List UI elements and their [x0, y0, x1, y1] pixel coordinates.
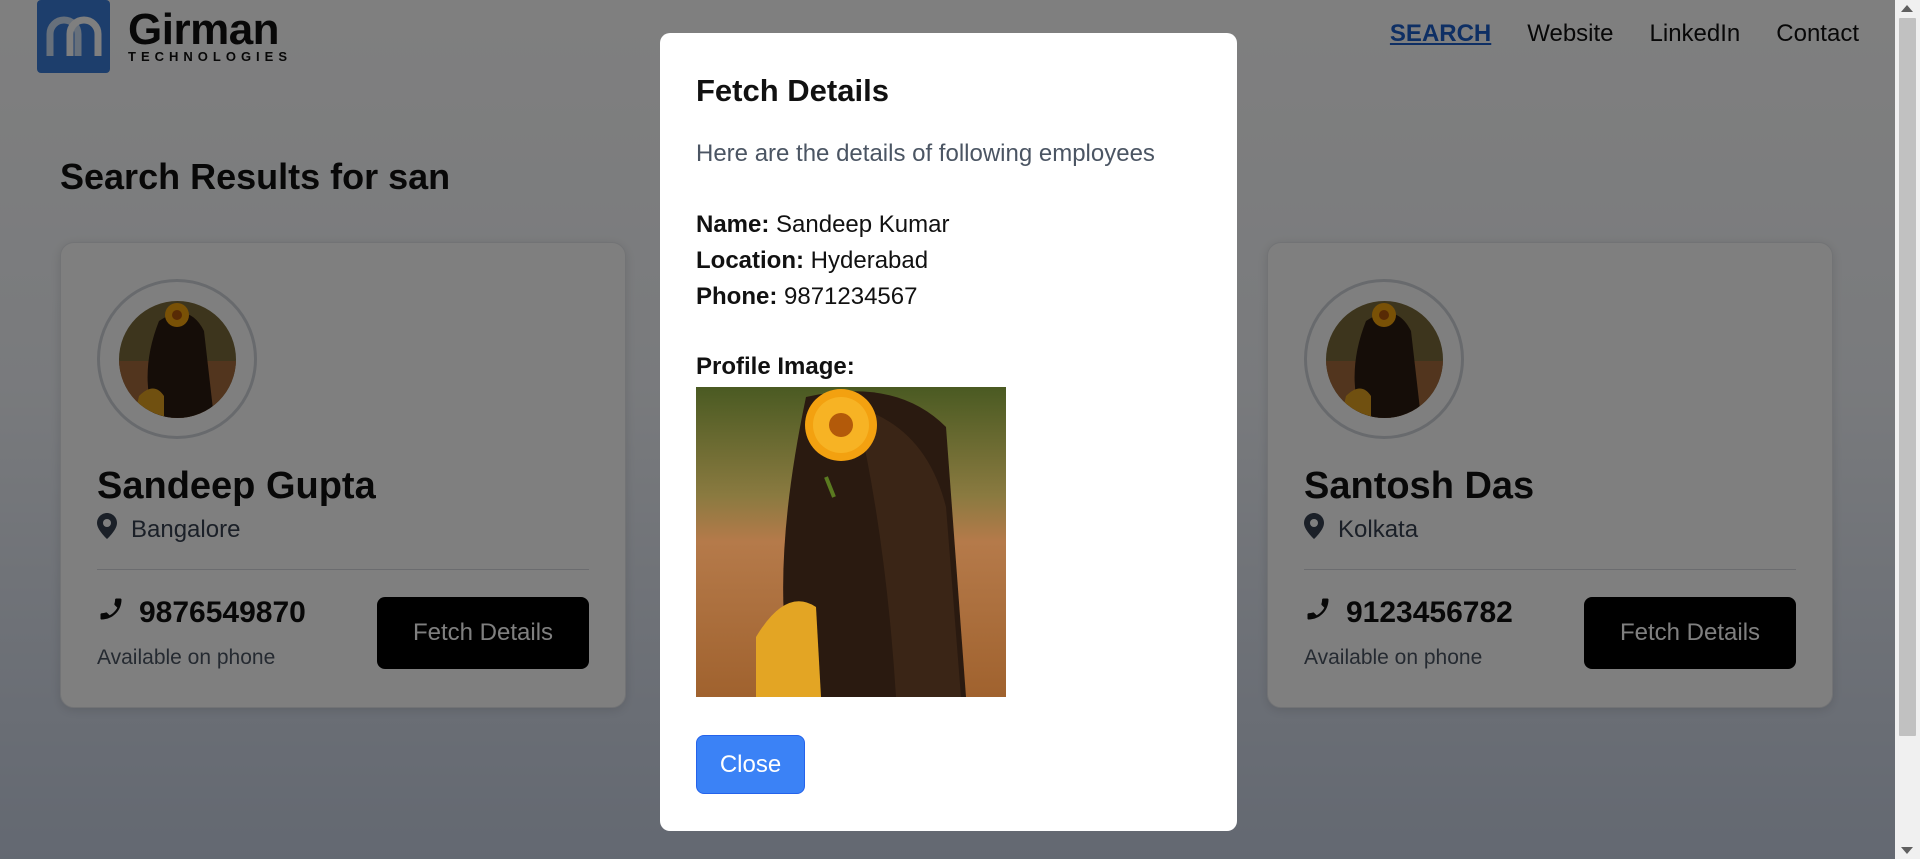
modal-intro: Here are the details of following employ…	[696, 140, 1155, 167]
detail-phone: Phone: 9871234567	[696, 283, 917, 311]
scroll-up-icon[interactable]	[1901, 5, 1913, 12]
close-button[interactable]: Close	[696, 735, 805, 794]
profile-image-label: Profile Image:	[696, 353, 855, 380]
fetch-details-modal: Fetch Details Here are the details of fo…	[660, 33, 1237, 831]
detail-name: Name: Sandeep Kumar	[696, 211, 949, 239]
modal-title: Fetch Details	[696, 73, 889, 108]
detail-name-value: Sandeep Kumar	[776, 211, 950, 238]
scroll-down-icon[interactable]	[1901, 847, 1913, 854]
detail-name-label: Name:	[696, 211, 770, 238]
scroll-thumb[interactable]	[1899, 18, 1916, 736]
detail-location-label: Location:	[696, 247, 804, 274]
vertical-scrollbar[interactable]	[1895, 0, 1920, 859]
detail-phone-label: Phone:	[696, 283, 778, 310]
detail-location-value: Hyderabad	[810, 247, 929, 274]
page: Girman TECHNOLOGIES SEARCH Website Linke…	[0, 0, 1895, 859]
detail-phone-value: 9871234567	[784, 283, 918, 310]
profile-image	[696, 387, 1006, 697]
detail-location: Location: Hyderabad	[696, 247, 928, 275]
